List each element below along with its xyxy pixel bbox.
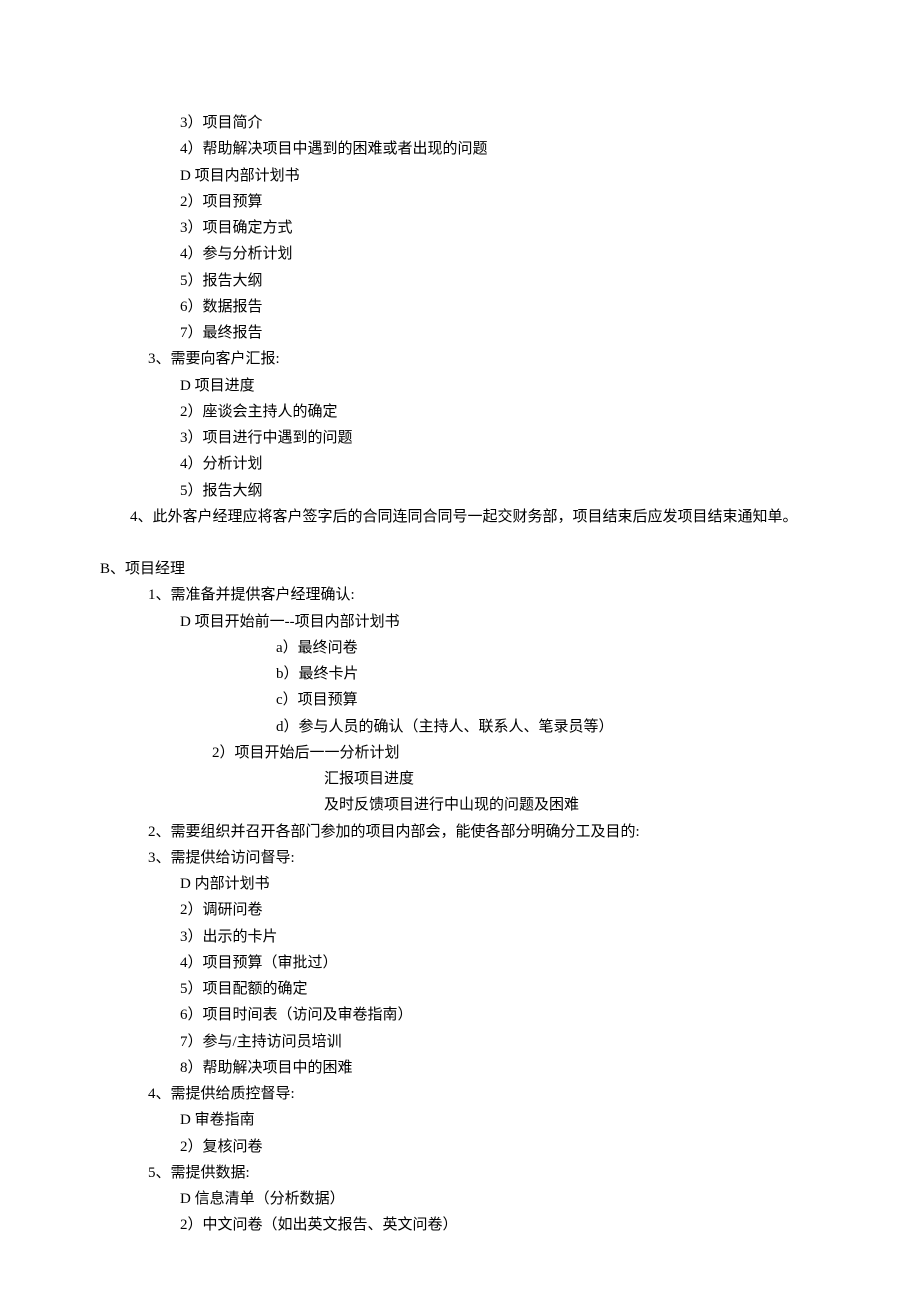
text-line: a）最终问卷 (100, 635, 820, 661)
text-line: D 信息清单（分析数据） (100, 1186, 820, 1212)
text-line: d）参与人员的确认（主持人、联系人、笔录员等） (100, 714, 820, 740)
text-line: 3）出示的卡片 (100, 924, 820, 950)
text-line: D 项目开始前一--项目内部计划书 (100, 609, 820, 635)
text-line: B、项目经理 (100, 556, 820, 582)
text-line: 3）项目进行中遇到的问题 (100, 425, 820, 451)
text-line: 2）中文问卷（如出英文报告、英文问卷） (100, 1212, 820, 1238)
text-line: 5、需提供数据: (100, 1160, 820, 1186)
text-line: D 内部计划书 (100, 871, 820, 897)
text-line: 4）参与分析计划 (100, 241, 820, 267)
document-body: 3）项目简介4）帮助解决项目中遇到的困难或者出现的问题D 项目内部计划书2）项目… (100, 110, 820, 1239)
text-line: 7）最终报告 (100, 320, 820, 346)
text-line: D 审卷指南 (100, 1107, 820, 1133)
text-line: D 项目进度 (100, 373, 820, 399)
text-line: 2）项目开始后一一分析计划 (100, 740, 820, 766)
text-line: 2）项目预算 (100, 189, 820, 215)
text-line: 6）数据报告 (100, 294, 820, 320)
text-line: 2、需要组织并召开各部门参加的项目内部会，能使各部分明确分工及目的: (100, 819, 820, 845)
text-line: 4）帮助解决项目中遇到的困难或者出现的问题 (100, 136, 820, 162)
text-line: 4、需提供给质控督导: (100, 1081, 820, 1107)
text-line: 3）项目确定方式 (100, 215, 820, 241)
text-line: 6）项目时间表（访问及审卷指南） (100, 1002, 820, 1028)
text-line: 5）报告大纲 (100, 268, 820, 294)
text-line: c）项目预算 (100, 687, 820, 713)
text-line: 8）帮助解决项目中的困难 (100, 1055, 820, 1081)
text-line: 5）项目配额的确定 (100, 976, 820, 1002)
text-line: 5）报告大纲 (100, 478, 820, 504)
text-line: D 项目内部计划书 (100, 163, 820, 189)
text-line: 7）参与/主持访问员培训 (100, 1029, 820, 1055)
text-line: 2）座谈会主持人的确定 (100, 399, 820, 425)
text-line: 4）项目预算（审批过） (100, 950, 820, 976)
text-line: 2）复核问卷 (100, 1134, 820, 1160)
text-line: 4）分析计划 (100, 451, 820, 477)
text-line: 3、需要向客户汇报: (100, 346, 820, 372)
text-line: 2）调研问卷 (100, 897, 820, 923)
text-line: 4、此外客户经理应将客户签字后的合同连同合同号一起交财务部，项目结束后应发项目结… (100, 504, 820, 530)
text-line: 1、需准备并提供客户经理确认: (100, 582, 820, 608)
text-line: 3）项目简介 (100, 110, 820, 136)
text-line: b）最终卡片 (100, 661, 820, 687)
text-line: 汇报项目进度 (100, 766, 820, 792)
text-line: 3、需提供给访问督导: (100, 845, 820, 871)
text-line: 及时反馈项目进行中山现的问题及困难 (100, 792, 820, 818)
